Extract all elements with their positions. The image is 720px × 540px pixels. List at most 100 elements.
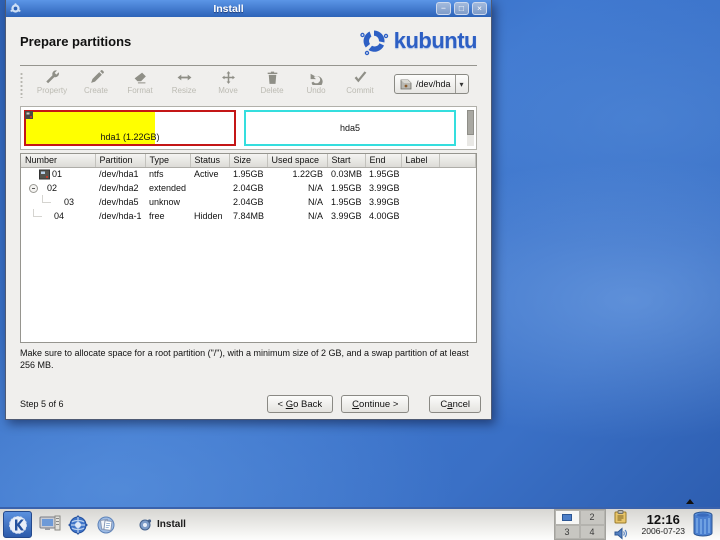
col-partition[interactable]: Partition <box>95 154 145 167</box>
tool-label: Property <box>37 86 67 95</box>
harddisk-icon <box>399 79 412 90</box>
kubuntu-logo: kubuntu <box>359 26 477 56</box>
property-button[interactable]: Property <box>30 70 74 95</box>
desktop-pager: 2 3 4 <box>554 509 606 540</box>
table-row[interactable]: 04 /dev/hda-1 free Hidden 7.84MB N/A 3.9… <box>21 209 476 223</box>
col-end[interactable]: End <box>365 154 401 167</box>
clock[interactable]: 12:16 2006-07-23 <box>642 513 685 536</box>
minimize-button[interactable]: − <box>436 2 451 15</box>
tool-label: Undo <box>306 86 325 95</box>
hda1-label: hda1 (1.22GB) <box>26 132 234 142</box>
trash-icon <box>265 70 280 85</box>
table-row[interactable]: 01 /dev/hda1 ntfs Active 1.95GB 1.22GB 0… <box>21 167 476 181</box>
konqueror-launcher[interactable] <box>64 511 92 538</box>
clock-date: 2006-07-23 <box>642 527 685 536</box>
kubuntu-logo-icon <box>359 26 389 56</box>
trash-icon[interactable] <box>691 510 715 539</box>
panel-hide-arrow[interactable] <box>686 499 694 504</box>
hda5-label: hda5 <box>246 123 454 133</box>
wizard-footer: Step 5 of 6 < Go Back Continue > Cancel <box>20 395 481 413</box>
cancel-button[interactable]: Cancel <box>429 395 481 413</box>
commit-check-icon <box>353 70 368 85</box>
go-back-button[interactable]: < Go Back <box>267 395 334 413</box>
clock-time: 12:16 <box>642 513 685 527</box>
toolbar-grip[interactable] <box>20 72 23 98</box>
window-icon <box>10 3 21 14</box>
create-icon <box>89 70 104 85</box>
pager-desktop-4[interactable]: 4 <box>580 525 605 540</box>
klipper-clipboard-icon[interactable] <box>614 510 627 524</box>
tool-label: Create <box>84 86 108 95</box>
col-used-space[interactable]: Used space <box>267 154 327 167</box>
wrench-icon <box>45 70 60 85</box>
continue-button[interactable]: Continue > <box>341 395 409 413</box>
move-button[interactable]: Move <box>206 70 250 95</box>
documents-globe-icon <box>95 514 117 536</box>
maximize-button[interactable]: □ <box>454 2 469 15</box>
pager-desktop-2[interactable]: 2 <box>580 510 605 525</box>
row-number: 01 <box>52 169 62 179</box>
step-indicator: Step 5 of 6 <box>20 399 259 409</box>
undo-button[interactable]: Undo <box>294 70 338 95</box>
window-content: Prepare partitions kubuntu <box>6 17 491 420</box>
eraser-icon <box>133 70 148 85</box>
pager-desktop-3[interactable]: 3 <box>555 525 580 540</box>
collapse-expander-icon[interactable] <box>29 184 38 193</box>
tool-label: Format <box>127 86 152 95</box>
row-number: 02 <box>47 183 57 193</box>
table-row[interactable]: 02 /dev/hda2 extended 2.04GB N/A 1.95GB … <box>21 181 476 195</box>
boot-flag-icon <box>25 111 34 120</box>
task-label: Install <box>157 519 186 530</box>
taskbar-task-install[interactable]: Install <box>130 516 194 534</box>
install-task-icon <box>138 518 152 532</box>
device-selector[interactable]: /dev/hda ▾ <box>394 74 469 94</box>
tree-branch <box>42 195 51 203</box>
col-filler <box>439 154 476 167</box>
install-window: Install − □ × Prepare partitions <box>5 0 492 420</box>
create-button[interactable]: Create <box>74 70 118 95</box>
col-label[interactable]: Label <box>401 154 439 167</box>
toolbar: Property Create Format <box>20 66 477 106</box>
kubuntu-wordmark: kubuntu <box>394 28 477 54</box>
col-status[interactable]: Status <box>190 154 229 167</box>
tool-label: Resize <box>172 86 196 95</box>
table-row[interactable]: 03 /dev/hda5 unknow 2.04GB N/A 1.95GB 3.… <box>21 195 476 209</box>
delete-button[interactable]: Delete <box>250 70 294 95</box>
close-button[interactable]: × <box>472 2 487 15</box>
show-desktop-button[interactable] <box>36 511 64 538</box>
partition-bar-hda5[interactable]: hda5 <box>244 110 456 146</box>
device-selector-value: /dev/hda <box>416 79 451 89</box>
desktop-window-icon <box>39 515 61 535</box>
undo-arrow-icon <box>309 70 324 85</box>
konqueror-globe-icon <box>67 514 89 536</box>
partition-bar-hda1[interactable]: hda1 (1.22GB) <box>24 110 236 146</box>
kmenu-k-icon <box>8 515 28 535</box>
col-size[interactable]: Size <box>229 154 267 167</box>
disk-row-icon <box>39 169 50 180</box>
format-button[interactable]: Format <box>118 70 162 95</box>
table-header-row: Number Partition Type Status Size Used s… <box>21 154 476 167</box>
dropdown-arrow-icon[interactable]: ▾ <box>455 75 468 93</box>
col-type[interactable]: Type <box>145 154 190 167</box>
tool-label: Delete <box>260 86 283 95</box>
move-arrows-icon <box>221 70 236 85</box>
col-start[interactable]: Start <box>327 154 365 167</box>
tool-label: Commit <box>346 86 374 95</box>
volume-icon[interactable] <box>614 527 628 540</box>
partition-bar-panel: hda1 (1.22GB) hda5 <box>20 106 477 150</box>
pager-desktop-1[interactable] <box>555 510 580 525</box>
col-number[interactable]: Number <box>21 154 95 167</box>
resize-button[interactable]: Resize <box>162 70 206 95</box>
system-tray <box>611 510 631 540</box>
kmenu-button[interactable] <box>3 511 32 538</box>
tool-label: Move <box>218 86 238 95</box>
partition-panel-scrollbar[interactable] <box>467 110 474 146</box>
pager-window-thumb <box>562 514 572 521</box>
commit-button[interactable]: Commit <box>338 70 382 95</box>
taskbar: Install 2 3 4 12:16 2006-07-23 <box>0 507 720 540</box>
system-launcher[interactable] <box>92 511 120 538</box>
row-number: 04 <box>54 211 64 221</box>
partition-table: Number Partition Type Status Size Used s… <box>20 153 477 343</box>
tree-branch <box>33 209 42 217</box>
titlebar[interactable]: Install − □ × <box>6 0 491 17</box>
